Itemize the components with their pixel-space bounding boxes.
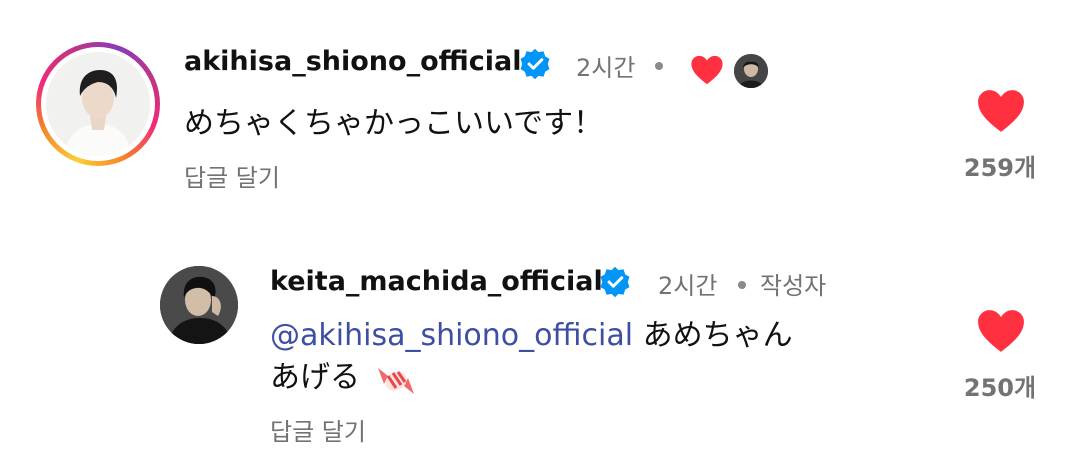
reply-button[interactable]: 답글 달기: [184, 158, 280, 193]
reply-button[interactable]: 답글 달기: [270, 412, 366, 447]
comment-text-line-2: あげる: [270, 356, 360, 400]
story-ring[interactable]: [36, 42, 160, 166]
comment-text-part: あめちゃん: [633, 318, 793, 353]
verified-badge-icon: [600, 266, 630, 298]
separator-dot: [655, 62, 663, 70]
comment-timestamp: 2시간: [576, 54, 636, 82]
comment-text-line-1: @akihisa_shiono_official あめちゃん: [270, 314, 793, 358]
like-count: 259개: [963, 154, 1037, 182]
comment-timestamp: 2시간: [658, 272, 718, 300]
separator-dot: [738, 281, 746, 289]
avatar[interactable]: [46, 52, 150, 156]
author-mini-avatar: [734, 54, 768, 88]
author-label: 작성자: [760, 272, 827, 300]
mention-link[interactable]: @akihisa_shiono_official: [270, 318, 633, 353]
comment-reply-item: keita_machida_official 2시간 작성자 @akihisa_…: [0, 230, 1080, 472]
verified-badge-icon: [520, 48, 550, 80]
comment-item: akihisa_shiono_official 2시간 めちゃくちゃかっこいいで…: [0, 0, 1080, 220]
comment-username[interactable]: keita_machida_official: [270, 266, 603, 297]
liked-by-author-heart-icon: [691, 55, 723, 85]
candy-emoji-icon: [378, 368, 414, 394]
avatar[interactable]: [160, 266, 238, 344]
heart-icon[interactable]: [976, 88, 1026, 134]
like-count: 250개: [963, 374, 1037, 402]
comment-username[interactable]: akihisa_shiono_official: [184, 46, 521, 77]
heart-icon[interactable]: [976, 308, 1026, 354]
comment-text: めちゃくちゃかっこいいです！: [184, 106, 604, 141]
comment-text-part: あげる: [270, 360, 360, 395]
